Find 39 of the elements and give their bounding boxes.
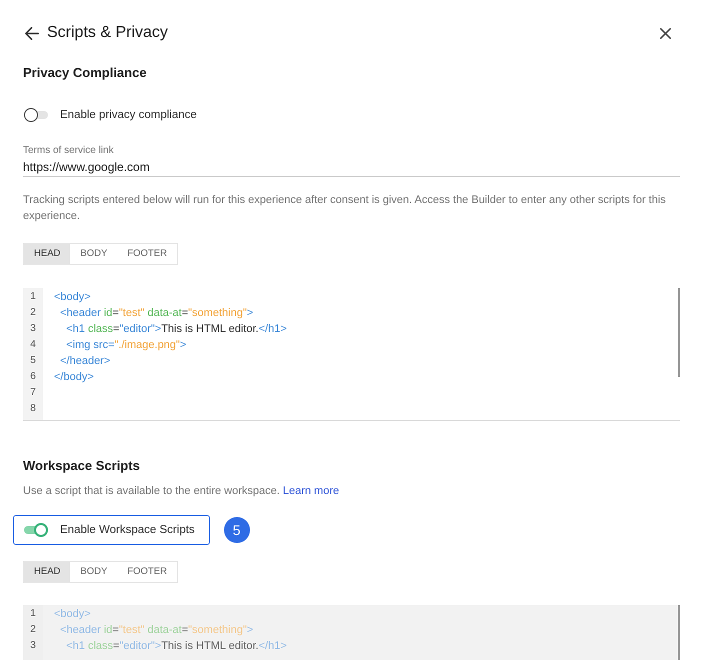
learn-more-link[interactable]: Learn more [282,485,340,497]
code-line: </header> [59,354,110,369]
tab[interactable]: HEAD [24,562,70,582]
code-line: <body> [54,290,91,305]
toggle-switch[interactable] [24,523,48,537]
code-line: <body> [54,607,91,622]
line-number: 8 [29,402,37,416]
page-title: Scripts & Privacy [47,23,168,43]
close-icon[interactable] [660,28,671,38]
code-line: <header id="test" data-at="something"> [59,306,254,321]
step-badge: 5 [224,517,250,543]
url-input[interactable]: https://www.google.com [23,159,680,177]
section-heading: Workspace Scripts [23,457,140,475]
line-number: 1 [29,290,37,304]
code-line: <header id="test" data-at="something"> [59,623,254,638]
section-heading: Privacy Compliance [23,64,147,82]
line-number: 1 [29,607,37,621]
code-line: </body> [54,370,94,385]
toggle-label: Enable privacy compliance [60,108,197,123]
left-arrow-icon[interactable] [25,26,39,40]
workspace-description: Use a script that is available to the entire workspace. Learn more [23,484,340,499]
code-editor[interactable]: 1 2 3 4 5 6 7 8 <body> <header id="test" data-at="something"> <h1 class="editor">This is HTML editor.</h1> <img src="./image.png"> </header> </body> [23,288,680,421]
code-line: <h1 class="editor">This is HTML editor.</h1> [65,639,287,654]
line-number: 6 [29,370,37,384]
line-number: 3 [29,639,37,653]
tracking-description: Tracking scripts entered below will run for this experience after consent is given. Access the Builder to enter any other scripts for this experience. [23,193,667,224]
line-number: 5 [29,354,37,368]
line-number: 4 [29,338,37,352]
tab[interactable]: HEAD [24,244,70,264]
toggle-switch[interactable] [24,108,48,122]
toggle-label: Enable Workspace Scripts [60,523,195,538]
scrollbar[interactable] [678,288,680,377]
line-number: 3 [29,322,37,336]
line-number: 2 [29,623,37,637]
code-line: <img src="./image.png"> [65,338,186,353]
field-label: Terms of service link [23,145,114,157]
line-number: 2 [29,306,37,320]
line-number: 7 [29,386,37,400]
code-line: <h1 class="editor">This is HTML editor.</h1> [65,322,287,337]
